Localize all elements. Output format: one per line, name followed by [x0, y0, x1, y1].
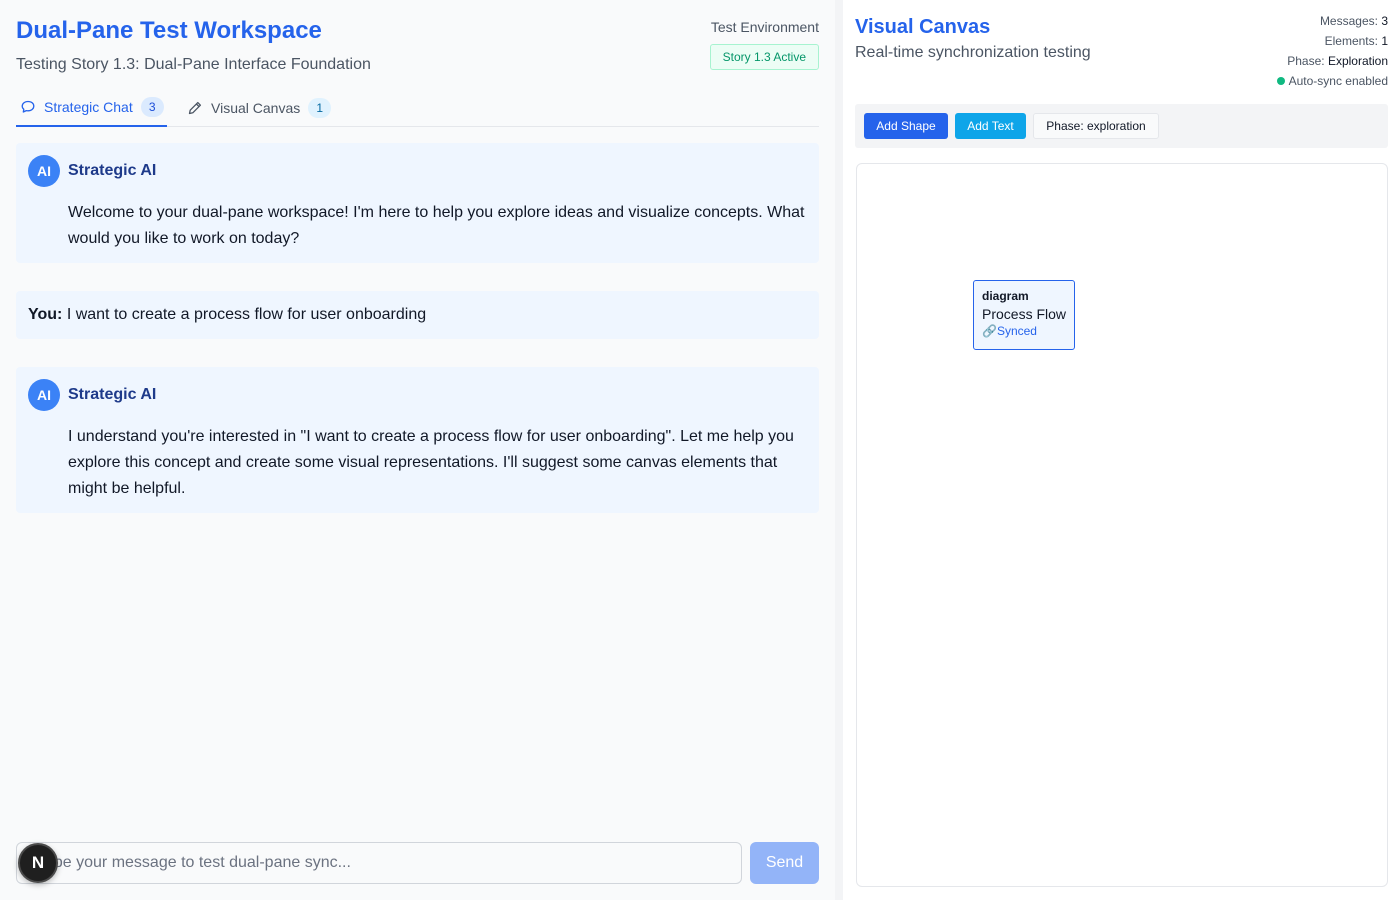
- sync-status: Auto-sync enabled: [1276, 71, 1388, 91]
- phase-button[interactable]: Phase: exploration: [1033, 113, 1159, 139]
- ai-message-text: Welcome to your dual-pane workspace! I'm…: [68, 204, 805, 247]
- ai-message-text: I understand you're interested in "I wan…: [68, 428, 794, 497]
- stat-value: 1: [1381, 34, 1388, 48]
- canvas-area[interactable]: diagram Process Flow 🔗Synced: [856, 163, 1388, 887]
- chat-pane: Dual-Pane Test Workspace Testing Story 1…: [0, 0, 835, 900]
- ai-message: AI Strategic AI Welcome to your dual-pan…: [16, 143, 819, 263]
- ai-avatar: AI: [28, 379, 60, 411]
- add-shape-button[interactable]: Add Shape: [864, 113, 948, 139]
- stat-value: 3: [1381, 14, 1388, 28]
- ai-sender-name: Strategic AI: [68, 162, 157, 179]
- element-label: Process Flow: [982, 306, 1067, 322]
- element-type: diagram: [982, 289, 1029, 303]
- user-sender-label: You:: [28, 306, 63, 323]
- message-input[interactable]: [16, 842, 742, 884]
- pane-tabs: Strategic Chat 3 Visual Canvas 1: [16, 88, 819, 127]
- status-dot-icon: [1276, 77, 1285, 85]
- stat-value: Exploration: [1327, 54, 1388, 68]
- canvas-subtitle: Real-time synchronization testing: [855, 44, 1091, 61]
- tab-strategic-chat[interactable]: Strategic Chat 3: [16, 88, 167, 127]
- sync-text: Synced: [996, 324, 1037, 338]
- canvas-title: Visual Canvas: [855, 16, 991, 38]
- stat-label: Messages:: [1319, 14, 1378, 28]
- tab-visual-canvas[interactable]: Visual Canvas 1: [187, 88, 337, 127]
- canvas-stats: Messages: 3 Elements: 1 Phase: Explorati…: [1276, 11, 1388, 91]
- user-message-text: I want to create a process flow for user…: [66, 306, 427, 323]
- sync-status-label: Auto-sync enabled: [1288, 74, 1388, 88]
- tab-count-badge: 3: [140, 96, 164, 117]
- story-status-badge: Story 1.3 Active: [709, 44, 819, 70]
- dev-tools-badge[interactable]: N: [18, 843, 58, 883]
- user-message: You: I want to create a process flow for…: [16, 291, 819, 339]
- elements-stat: Elements: 1: [1277, 31, 1388, 51]
- messages-stat: Messages: 3: [1277, 11, 1388, 31]
- chat-bubble-icon: [20, 99, 36, 115]
- workspace-title: Dual-Pane Test Workspace: [16, 17, 322, 44]
- tab-label: Strategic Chat: [44, 98, 133, 115]
- ai-message: AI Strategic AI I understand you're inte…: [16, 367, 819, 513]
- send-button[interactable]: Send: [750, 842, 819, 884]
- phase-stat: Phase: Exploration: [1277, 51, 1388, 71]
- stat-label: Elements:: [1324, 34, 1378, 48]
- canvas-toolbar: Add Shape Add Text Phase: exploration: [855, 104, 1388, 148]
- stat-label: Phase:: [1287, 54, 1325, 68]
- add-text-button[interactable]: Add Text: [955, 113, 1026, 139]
- workspace-subtitle: Testing Story 1.3: Dual-Pane Interface F…: [16, 56, 371, 73]
- pane-divider[interactable]: [835, 0, 843, 900]
- environment-label: Test Environment: [710, 19, 819, 35]
- link-icon: 🔗: [982, 324, 997, 338]
- ai-sender-name: Strategic AI: [68, 386, 157, 403]
- user-message-line: You: I want to create a process flow for…: [28, 306, 426, 324]
- element-sync-status: 🔗Synced: [982, 324, 1066, 338]
- canvas-pane: Visual Canvas Real-time synchronization …: [843, 0, 1400, 900]
- ai-avatar: AI: [28, 155, 60, 187]
- tab-label: Visual Canvas: [211, 99, 301, 116]
- tab-count-badge: 1: [308, 97, 332, 118]
- pencil-icon: [187, 100, 203, 116]
- canvas-element[interactable]: diagram Process Flow 🔗Synced: [973, 280, 1075, 350]
